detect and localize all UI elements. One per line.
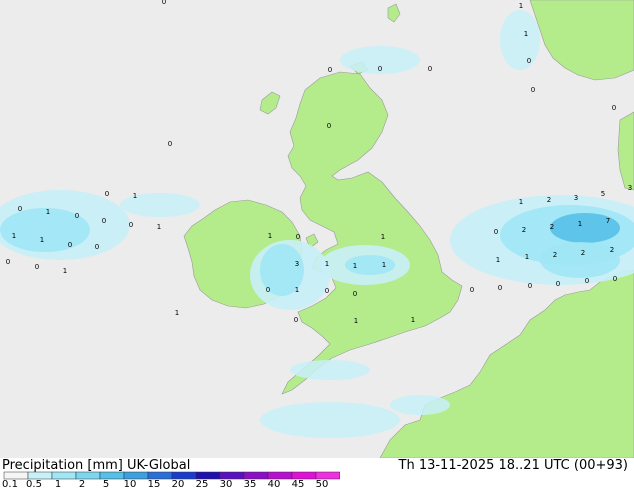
precip-value-label: 1 (40, 236, 44, 244)
colorbar-label: 25 (195, 479, 209, 490)
precip-value-label: 0 (75, 212, 79, 220)
colorbar-label: 40 (267, 479, 281, 490)
precip-value-label: 0 (95, 243, 99, 251)
precip-value-label: 0 (18, 205, 22, 213)
colorbar-label: 10 (123, 479, 137, 490)
precip-value-label: 1 (12, 232, 16, 240)
precip-value-label: 1 (411, 316, 415, 324)
precip-value-label: 0 (527, 57, 531, 65)
precip-value-label: 1 (157, 223, 161, 231)
precip-value-label: 0 (498, 284, 502, 292)
colorbar-swatch (51, 471, 77, 480)
colorbar-swatch (243, 471, 269, 480)
precip-value-label: 3 (574, 194, 578, 202)
footer-bar: Precipitation [mm] UK-Global Th 13-11-20… (0, 458, 634, 490)
precip-value-label: 1 (578, 220, 582, 228)
precip-value-label: 0 (6, 258, 10, 266)
precip-value-label: 1 (519, 2, 523, 10)
precip-value-label: 0 (470, 286, 474, 294)
precip-value-label: 1 (382, 261, 386, 269)
precip-value-label: 3 (628, 184, 632, 192)
precip-value-label: 1 (133, 192, 137, 200)
precip-value-label: 1 (175, 309, 179, 317)
colorbar-swatch (291, 471, 317, 480)
precip-value-label: 2 (610, 246, 614, 254)
precip-value-label: 0 (585, 277, 589, 285)
precip-value-label: 1 (524, 30, 528, 38)
precipitation-map: 0 1 1 0 0 0 0 0 0 0 0 0 1 0 1 0 0 0 1 1 1 0 0 0 0 1 1 0 1 3 1 1 1 0 1 0 0 1 0 1… (0, 0, 634, 458)
precip-value-label: 1 (525, 253, 529, 261)
colorbar-label: 30 (219, 479, 233, 490)
precip-value-label: 0 (556, 280, 560, 288)
precip-value-label: 3 (295, 260, 299, 268)
valid-time: Th 13-11-2025 18..21 UTC (00+93) (398, 458, 629, 473)
precip-value-label: 0 (613, 275, 617, 283)
precip-value-label: 0 (294, 316, 298, 324)
colorbar-swatch (171, 471, 197, 480)
colorbar-label: 0.1 (2, 479, 18, 490)
precip-value-label: 0 (325, 287, 329, 295)
precip-value-label: 0 (68, 241, 72, 249)
colorbar-swatch (315, 471, 340, 480)
colorbar-label: 0.5 (26, 479, 42, 490)
precip-value-label: 1 (46, 208, 50, 216)
precip-value-label: 0 (494, 228, 498, 236)
precip-value-label: 1 (354, 317, 358, 325)
precip-value-label: 1 (381, 233, 385, 241)
colorbar-swatch (75, 471, 101, 480)
precip-value-label: 5 (601, 190, 605, 198)
colorbar-label: 15 (147, 479, 161, 490)
precip-value-label: 1 (295, 286, 299, 294)
precip-value-label: 1 (496, 256, 500, 264)
precip-value-label: 1 (63, 267, 67, 275)
precip-value-label: 1 (519, 198, 523, 206)
precip-value-label: 0 (531, 86, 535, 94)
colorbar-swatch (123, 471, 149, 480)
precip-value-label: 2 (553, 251, 557, 259)
precip-value-label: 0 (266, 286, 270, 294)
precip-value-label: 0 (328, 66, 332, 74)
colorbar-swatch (3, 471, 29, 480)
colorbar-label: 35 (243, 479, 257, 490)
colorbar-swatch (99, 471, 125, 480)
colorbar-label: 1 (54, 479, 62, 490)
precip-value-label: 0 (327, 122, 331, 130)
precip-value-label: 0 (129, 221, 133, 229)
colorbar-label: 20 (171, 479, 185, 490)
precip-value-label: 2 (522, 226, 526, 234)
precip-value-label: 0 (35, 263, 39, 271)
precip-value-label: 0 (353, 290, 357, 298)
precip-value-label: 2 (550, 223, 554, 231)
colorbar-swatch (219, 471, 245, 480)
colorbar-label: 50 (315, 479, 329, 490)
colorbar-swatch (147, 471, 173, 480)
precip-value-label: 0 (105, 190, 109, 198)
colorbar-swatch (267, 471, 293, 480)
precip-value-label: 0 (612, 104, 616, 112)
colorbar-label: 45 (291, 479, 305, 490)
precip-value-label: 0 (102, 217, 106, 225)
precip-value-label: 0 (296, 233, 300, 241)
precip-value-label: 1 (353, 262, 357, 270)
precip-value-label: 1 (325, 260, 329, 268)
precip-value-label: 0 (528, 282, 532, 290)
precip-value-label: 2 (581, 249, 585, 257)
colorbar-swatch (27, 471, 53, 480)
colorbar-label: 5 (102, 479, 110, 490)
precip-value-label: 0 (378, 65, 382, 73)
precip-value-label: 0 (168, 140, 172, 148)
precip-value-label: 7 (606, 217, 610, 225)
colorbar (3, 471, 340, 480)
precip-value-label: 1 (268, 232, 272, 240)
precip-value-label: 2 (547, 196, 551, 204)
precip-value-label: 0 (428, 65, 432, 73)
colorbar-swatch (195, 471, 221, 480)
precip-value-label: 0 (162, 0, 166, 6)
colorbar-label: 2 (78, 479, 86, 490)
